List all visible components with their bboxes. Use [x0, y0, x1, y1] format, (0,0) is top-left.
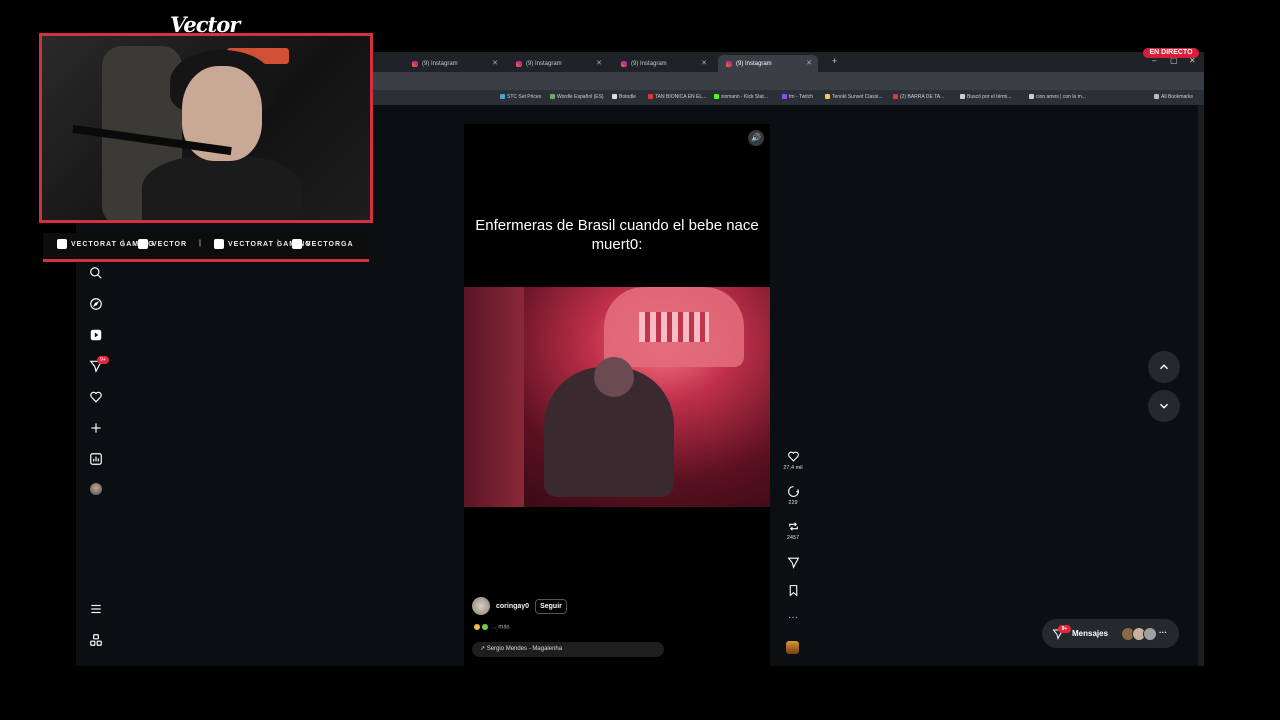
- tab-instagram-3[interactable]: (9) Instagram ✕: [613, 55, 713, 72]
- notifications-icon[interactable]: [88, 389, 104, 405]
- bookmark-item[interactable]: tm - Twitch: [782, 94, 813, 100]
- bookmark-item[interactable]: (2) BARRA DE TA...: [893, 94, 944, 100]
- next-reel-button[interactable]: [1148, 390, 1180, 422]
- bookmark-item[interactable]: STC Set Prices: [500, 94, 541, 100]
- tab-instagram-active[interactable]: (9) Instagram ✕: [718, 55, 818, 72]
- comment-count: 229: [788, 500, 798, 506]
- author-avatar[interactable]: [472, 597, 490, 615]
- twitter-icon: [214, 239, 224, 249]
- reel-video-frame[interactable]: [464, 287, 770, 507]
- bookmark-item[interactable]: Tenoki Sunset Classi...: [825, 94, 883, 100]
- bookmark-item[interactable]: Wordle Español (ES): [550, 94, 604, 100]
- reel-caption: Enfermeras de Brasil cuando el bebe nace…: [475, 217, 759, 253]
- audio-thumbnail[interactable]: [786, 641, 799, 654]
- save-icon[interactable]: [782, 584, 804, 599]
- more-icon: ···: [1159, 628, 1167, 637]
- like-count: 27,4 mil: [783, 465, 803, 471]
- bookmark-item[interactable]: sixmann - Kick Stat...: [714, 94, 768, 100]
- tab-instagram-2[interactable]: (9) Instagram ✕: [508, 55, 608, 72]
- repost-button[interactable]: 2457: [782, 520, 804, 541]
- instagram-favicon-icon: [726, 60, 732, 67]
- share-icon[interactable]: [782, 556, 804, 571]
- social-links-bar: VECTORAT GAMING | VECTOR | VECTORAT GAMI…: [43, 233, 369, 262]
- bookmark-item[interactable]: Buscó por el térmi...: [960, 94, 1011, 100]
- more-link[interactable]: ... más: [492, 625, 510, 631]
- close-tab-icon[interactable]: ✕: [806, 59, 812, 67]
- live-badge: EN DIRECTO: [1143, 48, 1199, 58]
- create-icon[interactable]: [88, 420, 104, 436]
- more-options-icon[interactable]: ···: [782, 612, 804, 623]
- volume-icon[interactable]: 🔊: [748, 130, 764, 146]
- bookmark-item[interactable]: Botodle: [612, 94, 636, 100]
- author-username[interactable]: coringay0: [496, 603, 529, 610]
- previous-reel-button[interactable]: [1148, 351, 1180, 383]
- social-twitch: VECTOR: [138, 239, 187, 249]
- bookmark-item[interactable]: cion amos | con la m...: [1029, 94, 1086, 100]
- recent-contacts-avatars: [1121, 627, 1157, 641]
- comment-button[interactable]: 229: [782, 485, 804, 506]
- webcam-feed: [39, 33, 373, 223]
- emoji-icon: [482, 624, 488, 630]
- close-tab-icon[interactable]: ✕: [596, 59, 602, 67]
- close-tab-icon[interactable]: ✕: [492, 59, 498, 67]
- explore-icon[interactable]: [88, 296, 104, 312]
- messages-badge: 9+: [97, 356, 109, 364]
- twitch-icon: [138, 239, 148, 249]
- new-tab-button[interactable]: +: [832, 56, 837, 66]
- profile-avatar[interactable]: [88, 481, 104, 497]
- messages-label: Mensajes: [1072, 629, 1109, 638]
- reels-icon[interactable]: [88, 327, 104, 343]
- instagram-favicon-icon: [412, 60, 418, 67]
- instagram-favicon-icon: [621, 60, 627, 67]
- reel-description: ... más: [474, 624, 510, 631]
- close-tab-icon[interactable]: ✕: [701, 59, 707, 67]
- dashboard-icon[interactable]: [88, 451, 104, 467]
- instagram-favicon-icon: [516, 60, 522, 67]
- all-bookmarks[interactable]: All Bookmarks: [1154, 94, 1193, 100]
- instagram-icon: [292, 239, 302, 249]
- reel-author: coringay0 Seguir: [472, 597, 567, 615]
- audio-track[interactable]: ↗ Sergio Mendes - Magalenha: [472, 642, 664, 657]
- messages-button[interactable]: 9+ Mensajes ···: [1042, 619, 1179, 648]
- search-icon[interactable]: [88, 265, 104, 281]
- emoji-icon: [474, 624, 480, 630]
- bookmark-item[interactable]: TAN BIONICA EN EL...: [648, 94, 706, 100]
- repost-count: 2457: [786, 535, 800, 541]
- page-scrollbar[interactable]: [1198, 105, 1204, 666]
- like-button[interactable]: 27,4 mil: [782, 450, 804, 471]
- reel-player[interactable]: 🔊 Enfermeras de Brasil cuando el bebe na…: [464, 124, 770, 666]
- threads-icon[interactable]: [88, 632, 104, 648]
- messages-badge: 9+: [1058, 625, 1071, 633]
- social-instagram: VECTORGA: [292, 239, 354, 249]
- youtube-icon: [57, 239, 67, 249]
- menu-icon[interactable]: [88, 601, 104, 617]
- tab-instagram-1[interactable]: (9) Instagram ✕: [404, 55, 504, 72]
- follow-button[interactable]: Seguir: [535, 598, 567, 614]
